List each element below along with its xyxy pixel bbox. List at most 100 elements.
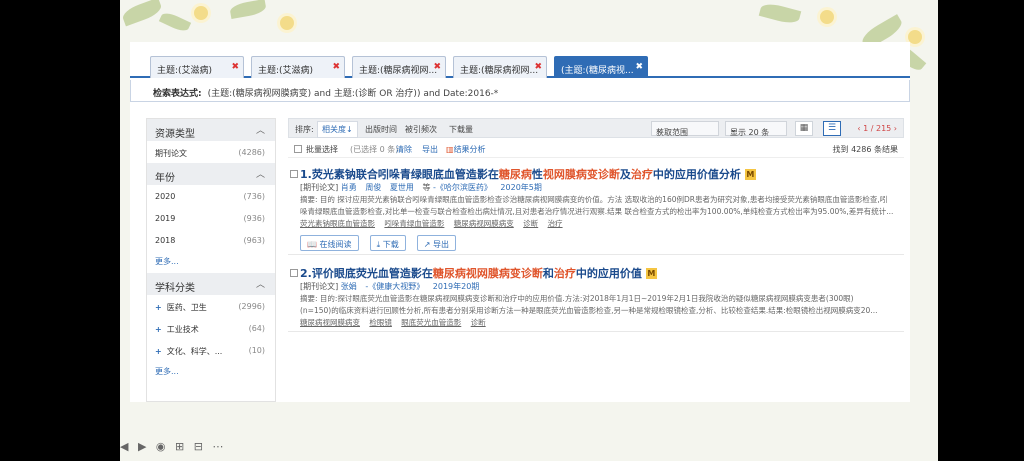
- checkbox[interactable]: [290, 269, 298, 277]
- keyword-link[interactable]: 荧光素钠眼底血管造影: [300, 219, 375, 228]
- grid-view-icon[interactable]: ▦: [795, 121, 813, 136]
- facet-item[interactable]: 期刊论文 (4286): [147, 141, 275, 163]
- issue-link[interactable]: 2020年5期: [500, 183, 541, 192]
- export-icon: ↗: [423, 240, 431, 249]
- facet-label: 2019: [155, 214, 176, 223]
- chart-icon: ▥: [446, 145, 454, 154]
- title-segment: 性: [531, 168, 543, 181]
- sort-date[interactable]: 出版时间: [365, 124, 397, 135]
- sort-relevance[interactable]: 相关度↓: [317, 121, 358, 138]
- decor-leaf: [158, 10, 192, 34]
- more-link[interactable]: 更多...: [147, 361, 275, 383]
- scope-select[interactable]: 获取范围 ⌄: [651, 121, 719, 137]
- facet-header-subject[interactable]: 学科分类 ︿: [147, 273, 275, 295]
- abstract-line: 哚青绿眼底血管造影检查,对比单一检查与联合检查检出病灶情况,且对患者治疗情况进行…: [300, 207, 894, 216]
- plus-icon[interactable]: +: [155, 347, 162, 356]
- chevron-up-icon[interactable]: ︿: [256, 277, 265, 290]
- analysis-button[interactable]: ▥结果分析: [446, 144, 486, 155]
- keyword-link[interactable]: 治疗: [548, 219, 563, 228]
- sort-citations[interactable]: 被引频次: [405, 124, 437, 135]
- chevron-up-icon[interactable]: ︿: [256, 123, 265, 136]
- journal-link[interactable]: -《哈尔滨医药》: [433, 183, 492, 192]
- screen-backdrop: 主题:(艾滋病) ✖ 主题:(艾滋病) ✖ 主题:(糖尿病视网... ✖ 主题:(糖尿…: [120, 0, 938, 461]
- page-size-select[interactable]: 显示 20 条 ⌄: [725, 121, 787, 137]
- facet-item[interactable]: 2020 (736): [147, 185, 275, 207]
- book-icon: 📖: [307, 240, 317, 249]
- facet-header-year[interactable]: 年份 ︿: [147, 163, 275, 185]
- list-view-icon[interactable]: ☰: [823, 121, 841, 136]
- result-title-text[interactable]: 1.荧光素钠联合吲哚青绿眼底血管造影在糖尿病性视网膜病变诊断及治疗中的应用价值分…: [300, 168, 741, 181]
- close-icon[interactable]: ✖: [433, 62, 441, 72]
- close-icon[interactable]: ✖: [635, 62, 643, 72]
- m-badge-icon: M: [645, 268, 657, 279]
- download-button[interactable]: ⤓ 下载: [369, 235, 406, 251]
- action-label: 下载: [382, 240, 399, 249]
- tab-aids-2[interactable]: 主题:(艾滋病) ✖: [251, 56, 345, 78]
- batch-bar: 批量选择 (已选择 0 条) 清除 导出 ▥结果分析 找到 4286 条结果: [288, 138, 904, 158]
- facet-item[interactable]: 2019 (936): [147, 207, 275, 229]
- facet-item[interactable]: 2018 (963): [147, 229, 275, 251]
- search-expression-value: (主题:(糖尿病视网膜病变) and 主题:(诊断 OR 治疗)) and Da…: [207, 89, 499, 99]
- facet-item[interactable]: + 工业技术 (64): [147, 317, 275, 339]
- keyword-link[interactable]: 糖尿病视网膜病变: [300, 318, 360, 327]
- checkbox[interactable]: [290, 170, 298, 178]
- analysis-label: 结果分析: [453, 145, 486, 154]
- tab-label: 主题:(艾滋病): [157, 66, 213, 76]
- facet-count: (4286): [238, 148, 265, 157]
- result-title[interactable]: 1.荧光素钠联合吲哚青绿眼底血管造影在糖尿病性视网膜病变诊断及治疗中的应用价值分…: [300, 166, 904, 182]
- export-item-button[interactable]: ↗ 导出: [416, 235, 457, 251]
- facet-label: 2018: [155, 236, 176, 245]
- keyword-link[interactable]: 糖尿病视网膜病变: [454, 219, 514, 228]
- author-link[interactable]: 张娟: [341, 282, 357, 291]
- keyword-link[interactable]: 检眼镜: [369, 318, 392, 327]
- facet-item[interactable]: + 文化、科学、... (10): [147, 339, 275, 361]
- tab-dr-2[interactable]: 主题:(糖尿病视网... ✖: [453, 56, 547, 78]
- result-title[interactable]: 2.评价眼底荧光血管造影在糖尿病视网膜病变诊断和治疗中的应用价值 M: [300, 265, 904, 281]
- action-label: 导出: [433, 240, 450, 249]
- plus-icon[interactable]: +: [155, 325, 162, 334]
- chevron-up-icon[interactable]: ︿: [256, 167, 265, 180]
- tab-aids-1[interactable]: 主题:(艾滋病) ✖: [150, 56, 244, 78]
- sort-label: 排序:: [295, 125, 314, 134]
- tab-dr-1[interactable]: 主题:(糖尿病视网... ✖: [352, 56, 446, 78]
- m-badge-icon: M: [744, 169, 756, 180]
- author-link[interactable]: 夏世用: [390, 183, 414, 192]
- doc-type: [期刊论文]: [300, 183, 339, 192]
- keyword-link[interactable]: 诊断: [471, 318, 486, 327]
- author-link[interactable]: 肖勇: [341, 183, 357, 192]
- pager[interactable]: ‹ 1 / 215 ›: [857, 124, 897, 133]
- plus-icon[interactable]: +: [155, 303, 162, 312]
- author-link[interactable]: 周俊: [365, 183, 381, 192]
- scope-value: 获取范围: [656, 128, 688, 137]
- batch-select[interactable]: 批量选择: [294, 144, 338, 155]
- sort-downloads[interactable]: 下载量: [449, 124, 473, 135]
- keyword-link[interactable]: 眼底荧光血管造影: [401, 318, 461, 327]
- close-icon[interactable]: ✖: [534, 62, 542, 72]
- keywords: 糖尿病视网膜病变 检眼镜 眼底荧光血管造影 诊断: [300, 317, 904, 331]
- close-icon[interactable]: ✖: [231, 62, 239, 72]
- abstract-line: 摘要: 目的:探讨眼底荧光血管造影在糖尿病视网膜病变诊断和治疗中的应用价值.方法…: [300, 294, 854, 303]
- tab-dr-active[interactable]: (主题:(糖尿病视... ✖: [554, 56, 648, 78]
- result-title-text[interactable]: 2.评价眼底荧光血管造影在糖尿病视网膜病变诊断和治疗中的应用价值: [300, 267, 642, 280]
- checkbox[interactable]: [294, 145, 302, 153]
- close-icon[interactable]: ✖: [332, 62, 340, 72]
- search-expression-label: 检索表达式:: [153, 89, 202, 99]
- more-link[interactable]: 更多...: [147, 251, 275, 273]
- journal-link[interactable]: -《健康大视野》: [365, 282, 424, 291]
- issue-link[interactable]: 2019年20期: [433, 282, 480, 291]
- facet-header-resource-type[interactable]: 资源类型 ︿: [147, 119, 275, 141]
- facet-item[interactable]: + 医药、卫生 (2996): [147, 295, 275, 317]
- keywords: 荧光素钠眼底血管造影 吲哚青绿血管造影 糖尿病视网膜病变 诊断 治疗: [300, 218, 904, 232]
- facet-label: 工业技术: [166, 325, 199, 334]
- facet-title: 学科分类: [155, 283, 195, 294]
- read-online-button[interactable]: 📖 在线阅读: [300, 235, 359, 251]
- export-button[interactable]: 导出: [422, 144, 438, 155]
- result-meta: [期刊论文] 肖勇 周俊 夏世用 等 -《哈尔滨医药》 2020年5期: [300, 182, 904, 194]
- player-controls[interactable]: ◀ ▶ ◉ ⊞ ⊟ ⋯: [120, 440, 226, 453]
- selected-count: (已选择 0 条): [350, 145, 399, 154]
- keyword-link[interactable]: 吲哚青绿血管造影: [384, 219, 444, 228]
- clear-button[interactable]: 清除: [396, 144, 412, 155]
- keyword-link[interactable]: 诊断: [523, 219, 538, 228]
- facet-count: (963): [243, 236, 265, 245]
- title-segment: 和: [542, 267, 554, 280]
